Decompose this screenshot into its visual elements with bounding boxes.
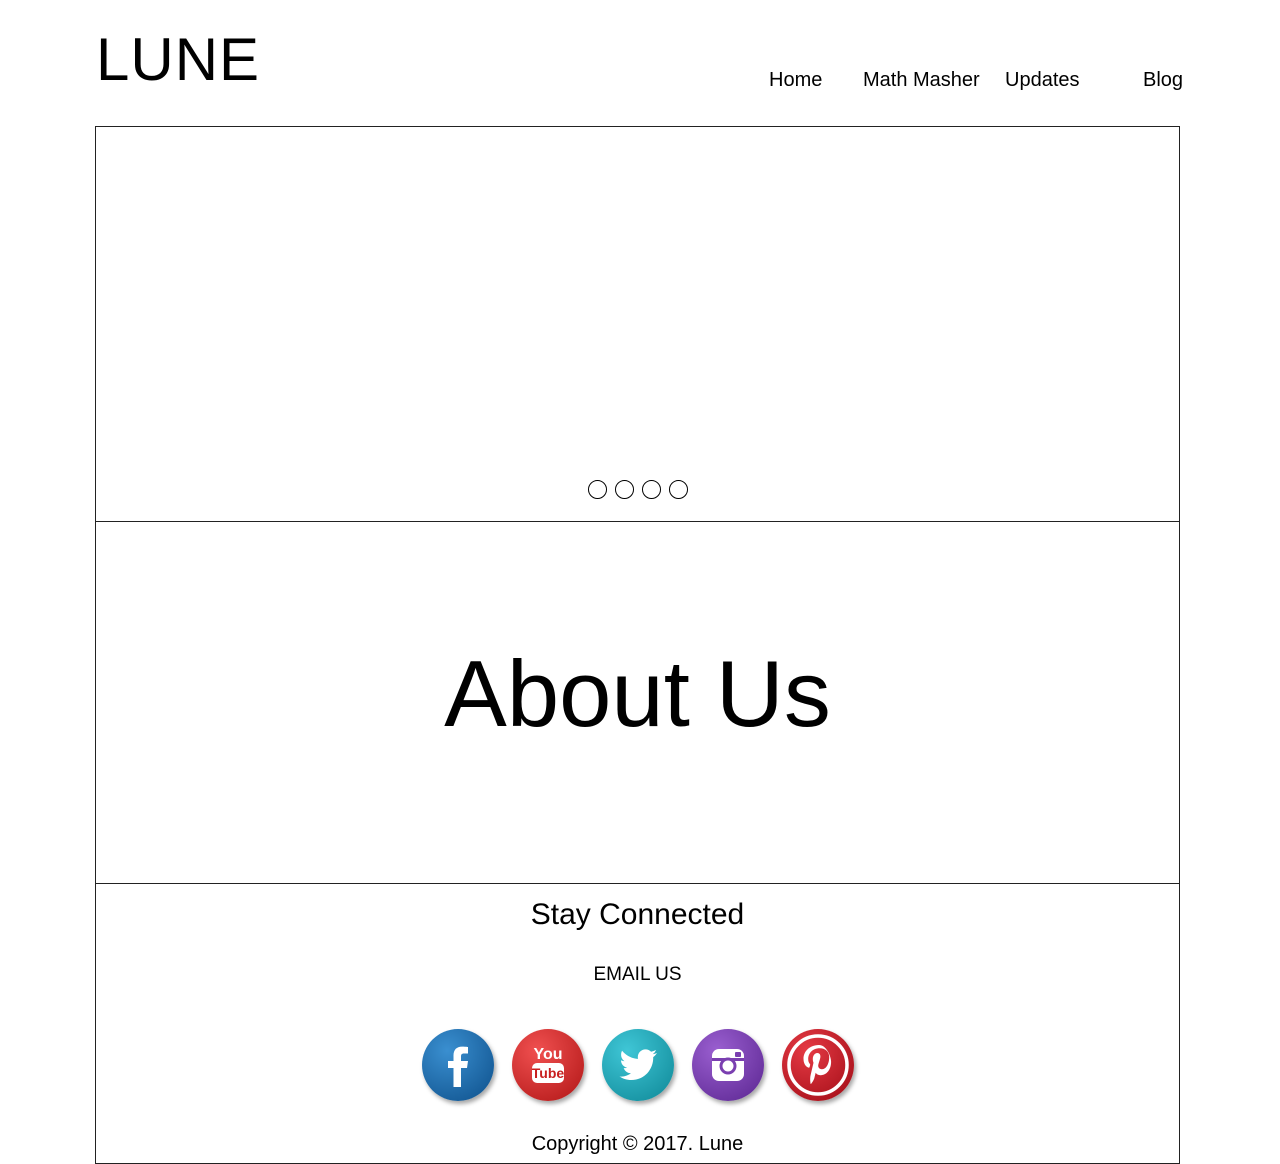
nav-math-masher[interactable]: Math Masher [863,68,980,92]
nav-blog[interactable]: Blog [1143,68,1183,92]
email-us-link[interactable]: EMAIL US [96,964,1179,986]
about-section: About Us [95,521,1180,884]
slide-dot-4[interactable] [668,480,688,499]
hero-slider [95,126,1180,522]
footer: Stay Connected EMAIL US You Tube Copyrig… [95,883,1180,1164]
about-title: About Us [444,641,831,746]
instagram-icon[interactable] [691,1029,764,1101]
youtube-icon[interactable]: You Tube [511,1029,584,1101]
social-links: You Tube [96,1029,1179,1101]
twitter-icon[interactable] [601,1029,674,1101]
main-nav: Home Math Masher Updates Blog [0,68,1280,92]
slide-dot-3[interactable] [641,480,661,499]
facebook-icon[interactable] [421,1029,494,1101]
slide-dot-2[interactable] [614,480,634,499]
nav-updates[interactable]: Updates [1005,68,1080,92]
stay-connected-heading: Stay Connected [530,898,745,931]
svg-text:Tube: Tube [531,1065,564,1081]
nav-home[interactable]: Home [769,68,822,92]
slide-dot-1[interactable] [587,480,607,499]
copyright-text: Copyright © 2017. Lune [531,1133,744,1155]
pinterest-icon[interactable] [781,1029,854,1101]
svg-text:You: You [533,1046,562,1063]
slide-indicators [96,480,1179,499]
